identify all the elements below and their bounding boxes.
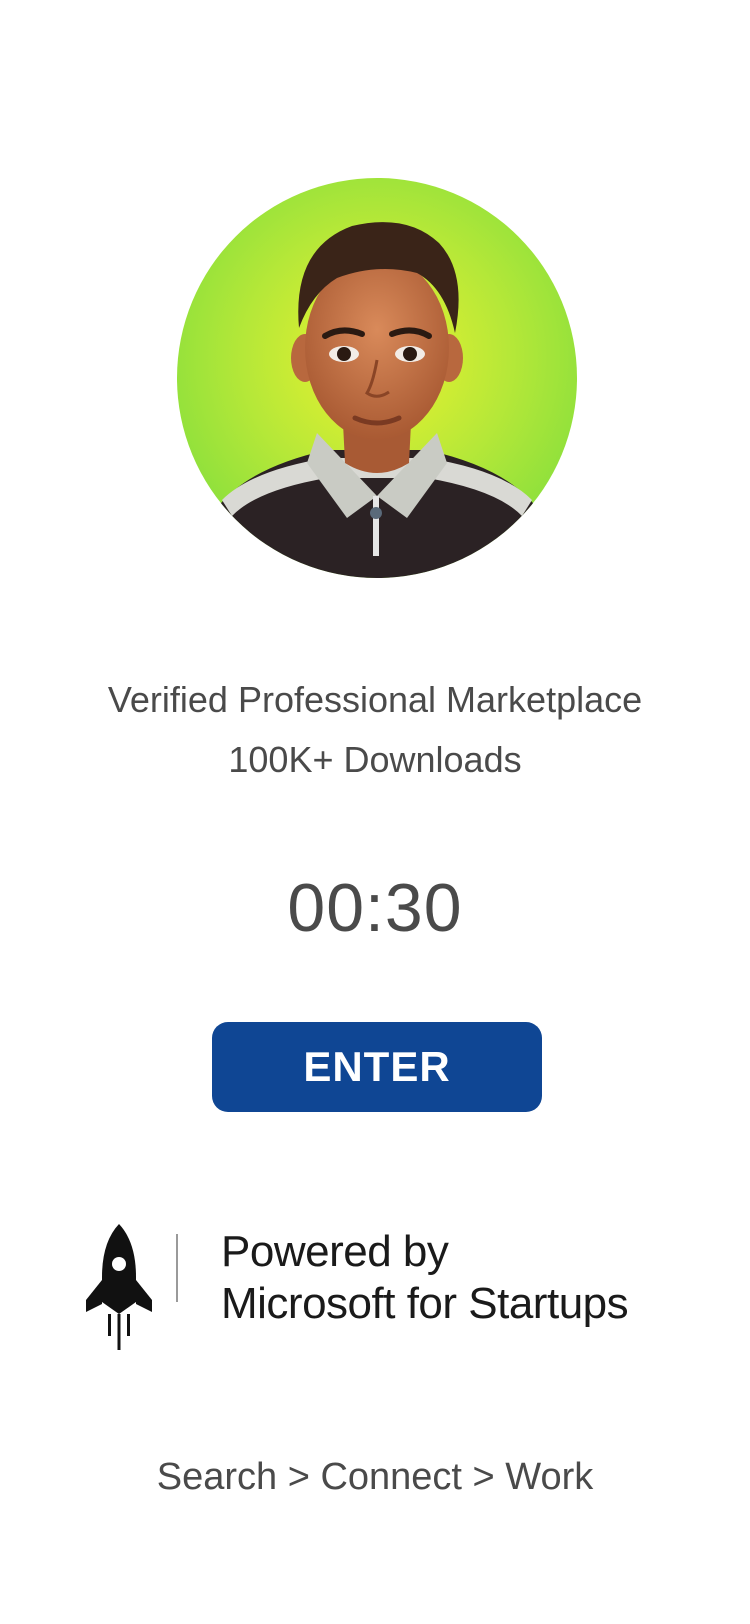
enter-button[interactable]: ENTER xyxy=(212,1022,542,1112)
brand-text: Powered by Microsoft for Startups xyxy=(221,1226,629,1330)
countdown-timer: 00:30 xyxy=(287,870,463,946)
brand-line-microsoft-for-startups: Microsoft for Startups xyxy=(221,1279,629,1328)
tagline-downloads: 100K+ Downloads xyxy=(228,739,522,780)
powered-by-microsoft-for-startups: Powered by Microsoft for Startups xyxy=(84,1222,684,1352)
brand-line-powered-by: Powered by xyxy=(221,1227,449,1276)
user-avatar-portrait xyxy=(177,178,577,578)
rocket-icon xyxy=(86,1224,152,1350)
footer-slogan: Search > Connect > Work xyxy=(156,1456,594,1498)
tagline-marketplace: Verified Professional Marketplace xyxy=(107,679,643,720)
brand-divider xyxy=(176,1234,178,1302)
profile-avatar xyxy=(177,178,577,578)
